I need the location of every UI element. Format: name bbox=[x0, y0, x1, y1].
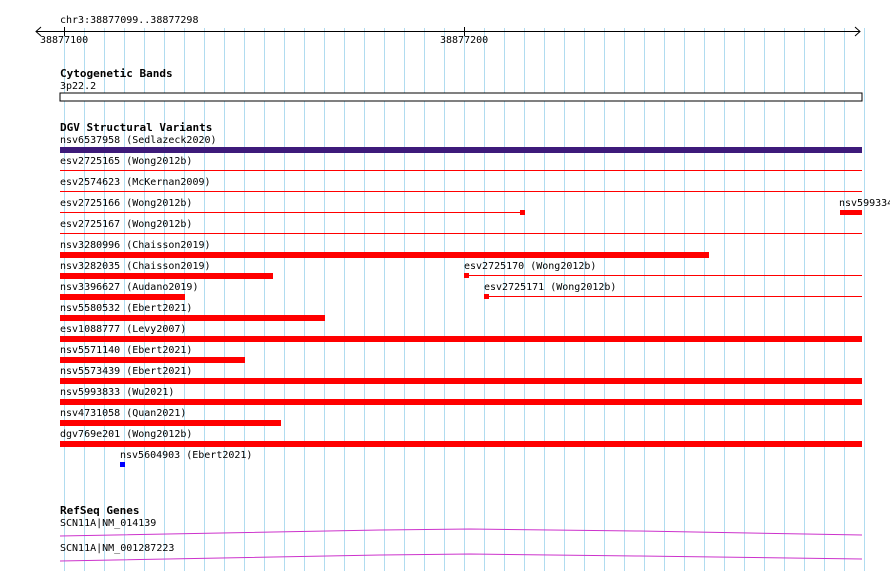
transcript-label[interactable]: SCN11A|NM_014139 bbox=[60, 518, 156, 529]
variant-label[interactable]: dgv769e201 (Wong2012b) bbox=[60, 429, 192, 440]
variant-bar[interactable] bbox=[60, 294, 185, 300]
variant-bar[interactable] bbox=[60, 252, 709, 258]
variant-label[interactable]: esv2725166 (Wong2012b) bbox=[60, 198, 192, 209]
variant-label[interactable]: nsv3396627 (Audano2019) bbox=[60, 282, 198, 293]
variant-label[interactable]: nsv6537958 (Sedlazeck2020) bbox=[60, 135, 217, 146]
transcript-line[interactable] bbox=[59, 553, 863, 562]
variant-bar[interactable] bbox=[520, 210, 525, 215]
variant-label[interactable]: esv2574623 (McKernan2009) bbox=[60, 177, 211, 188]
region-label: chr3:38877099..38877298 bbox=[60, 15, 199, 26]
variant-bar[interactable] bbox=[120, 462, 125, 467]
cytoband-bar[interactable] bbox=[59, 92, 863, 102]
variant-bar[interactable] bbox=[464, 273, 469, 278]
variant-label[interactable]: nsv5604903 (Ebert2021) bbox=[120, 450, 252, 461]
variant-bar[interactable] bbox=[60, 315, 325, 321]
variant-label[interactable]: nsv4731058 (Quan2021) bbox=[60, 408, 186, 419]
variant-label[interactable]: esv2725171 (Wong2012b) bbox=[484, 282, 616, 293]
genome-browser-track-panel: chr3:38877099..38877298 38877100 3887720… bbox=[0, 0, 890, 571]
cytoband-track-title: Cytogenetic Bands bbox=[60, 67, 173, 80]
variant-bar[interactable] bbox=[60, 378, 862, 384]
ruler-mid-label: 38877200 bbox=[440, 35, 489, 46]
variant-bar[interactable] bbox=[60, 336, 862, 342]
variant-label[interactable]: nsv5580532 (Ebert2021) bbox=[60, 303, 192, 314]
variant-label[interactable]: esv1088777 (Levy2007) bbox=[60, 324, 186, 335]
cytoband-label: 3p22.2 bbox=[60, 81, 97, 92]
variant-bar[interactable] bbox=[60, 147, 862, 153]
variant-label[interactable]: nsv599334 bbox=[839, 198, 890, 209]
refseq-track-title: RefSeq Genes bbox=[60, 504, 140, 517]
transcript-label[interactable]: SCN11A|NM_001287223 bbox=[60, 543, 174, 554]
variant-label[interactable]: nsv5573439 (Ebert2021) bbox=[60, 366, 192, 377]
variant-bar[interactable] bbox=[60, 399, 862, 405]
variant-bar[interactable] bbox=[60, 441, 862, 447]
variant-label[interactable]: nsv5571140 (Ebert2021) bbox=[60, 345, 192, 356]
variant-label[interactable]: esv2725170 (Wong2012b) bbox=[464, 261, 596, 272]
variant-label[interactable]: nsv3280996 (Chaisson2019) bbox=[60, 240, 211, 251]
variant-bar[interactable] bbox=[484, 294, 489, 299]
variant-label[interactable]: nsv3282035 (Chaisson2019) bbox=[60, 261, 211, 272]
transcript-line[interactable] bbox=[59, 528, 863, 537]
ruler-start-label: 38877100 bbox=[40, 35, 89, 46]
variant-label[interactable]: esv2725165 (Wong2012b) bbox=[60, 156, 192, 167]
variant-label[interactable]: esv2725167 (Wong2012b) bbox=[60, 219, 192, 230]
variant-bar[interactable] bbox=[60, 357, 245, 363]
dgv-track-title: DGV Structural Variants bbox=[60, 121, 213, 134]
variant-bar[interactable] bbox=[60, 420, 281, 426]
variant-bar[interactable] bbox=[840, 210, 862, 215]
variant-label[interactable]: nsv5993833 (Wu2021) bbox=[60, 387, 174, 398]
variant-bar[interactable] bbox=[60, 273, 273, 279]
